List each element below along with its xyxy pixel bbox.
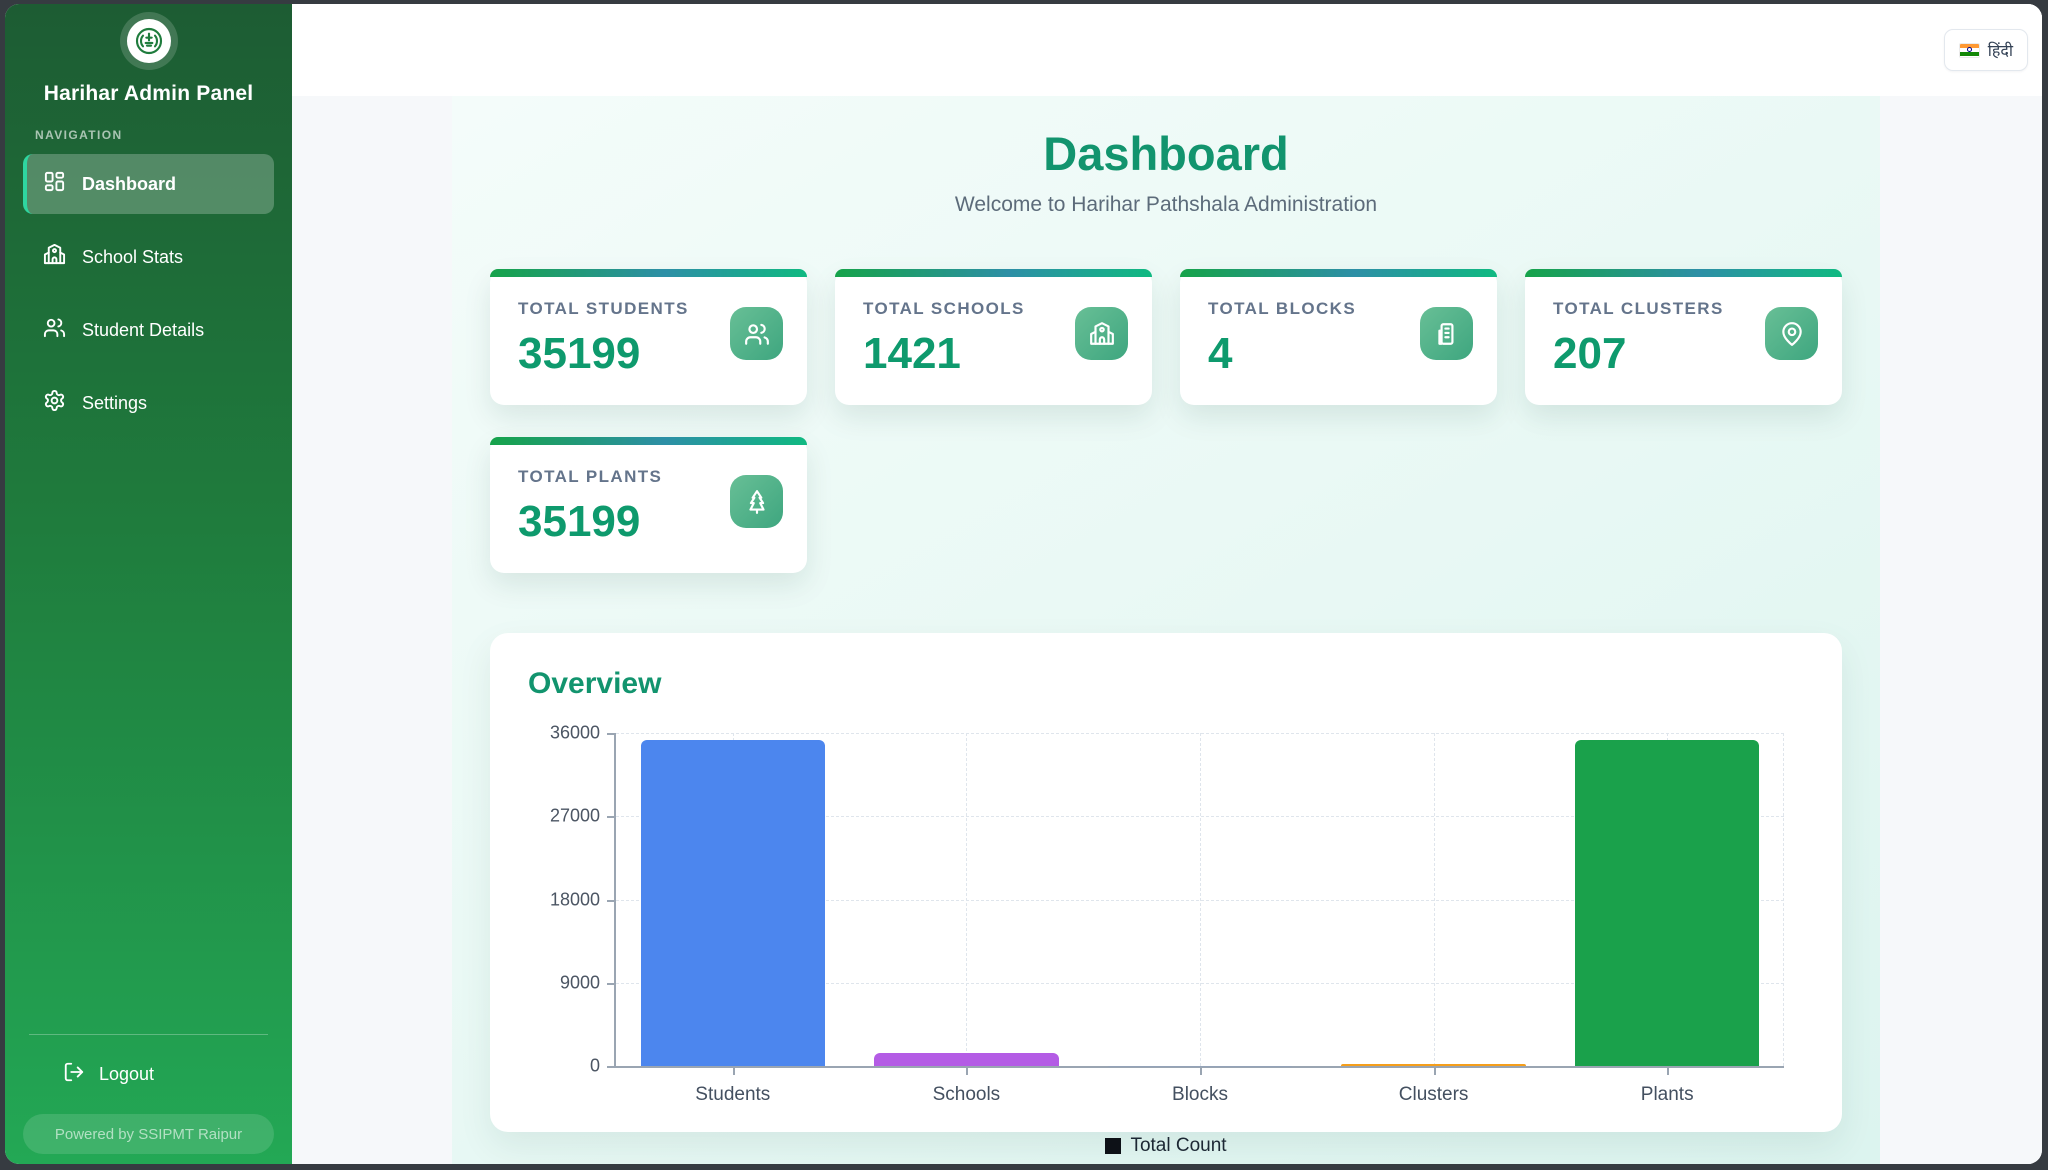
overview-chart-card: Overview 09000180002700036000StudentsSch… [490,633,1842,1132]
stat-card-total-clusters: TOTAL CLUSTERS 207 [1525,269,1842,405]
x-axis-tick [966,1068,968,1075]
chart-plot: 09000180002700036000StudentsSchoolsBlock… [614,733,1784,1068]
sidebar-item-settings[interactable]: Settings [23,373,274,433]
logout-label: Logout [99,1064,154,1085]
topbar: हिंदी [292,4,2042,96]
logo-emblem-icon [127,19,171,63]
x-axis-label: Blocks [1172,1084,1228,1106]
navigation-section-label: NAVIGATION [35,128,292,142]
main-area: हिंदी Dashboard Welcome to Harihar Paths… [292,4,2042,1164]
page-subtitle: Welcome to Harihar Pathshala Administrat… [452,193,1880,217]
x-axis-label: Students [695,1084,770,1106]
building-icon [1420,307,1473,360]
sidebar-item-label: Dashboard [82,174,176,195]
india-flag-icon [1959,43,1980,58]
sidebar-item-school-stats[interactable]: School Stats [23,227,274,287]
sidebar-item-label: School Stats [82,247,183,268]
x-axis-tick [733,1068,735,1075]
sidebar-title: Harihar Admin Panel [5,82,292,106]
y-axis-label: 9000 [560,972,600,993]
language-toggle-button[interactable]: हिंदी [1944,29,2028,71]
legend-swatch-icon [1105,1138,1121,1154]
x-gridline [966,733,967,1066]
y-axis-label: 18000 [550,889,600,910]
stat-card-total-schools: TOTAL SCHOOLS 1421 [835,269,1152,405]
dashboard-grid-icon [43,170,66,198]
content-panel: Dashboard Welcome to Harihar Pathshala A… [452,96,1880,1164]
school-icon [1075,307,1128,360]
x-axis-tick [1667,1068,1669,1075]
sidebar-item-dashboard[interactable]: Dashboard [23,154,274,214]
y-axis-tick [607,900,614,902]
x-axis-tick [1434,1068,1436,1075]
app-window: Harihar Admin Panel NAVIGATION Dashboard… [5,4,2042,1164]
x-axis-label: Plants [1641,1084,1694,1106]
y-axis-tick [607,733,614,735]
chart-title: Overview [528,667,1812,701]
nav-list: Dashboard School Stats Student Details S… [5,154,292,433]
plot-right-border [1783,733,1784,1066]
logo [5,12,292,70]
stat-cards-grid: TOTAL STUDENTS 35199 TOTAL SCHOOLS 1421 [452,269,1880,573]
logo-ring [120,12,178,70]
map-pin-icon [1765,307,1818,360]
powered-by-footer: Powered by SSIPMT Raipur [23,1114,274,1154]
bar-clusters [1341,1064,1526,1066]
page-title: Dashboard [452,126,1880,181]
logout-icon [63,1061,85,1088]
y-axis-tick [607,1066,614,1068]
left-gutter [292,96,452,1164]
sidebar: Harihar Admin Panel NAVIGATION Dashboard… [5,4,292,1164]
sidebar-bottom: Logout Powered by SSIPMT Raipur [5,1034,292,1164]
stat-card-total-blocks: TOTAL BLOCKS 4 [1180,269,1497,405]
y-axis-label: 36000 [550,723,600,744]
logout-button[interactable]: Logout [5,1061,292,1088]
x-axis-label: Schools [933,1084,1001,1106]
y-axis-label: 27000 [550,806,600,827]
y-axis-tick [607,983,614,985]
tree-icon [730,475,783,528]
sidebar-item-label: Settings [82,393,147,414]
school-icon [43,243,66,271]
users-icon [730,307,783,360]
sidebar-item-label: Student Details [82,320,204,341]
x-axis-label: Clusters [1399,1084,1469,1106]
x-gridline [1200,733,1201,1066]
legend-label: Total Count [1130,1135,1226,1157]
x-gridline [1434,733,1435,1066]
y-axis-label: 0 [590,1056,600,1077]
x-axis-tick [1200,1068,1202,1075]
sidebar-item-student-details[interactable]: Student Details [23,300,274,360]
language-label: हिंदी [1988,39,2013,61]
bar-plants [1575,740,1760,1066]
chart-legend[interactable]: Total Count [452,1135,1880,1157]
bar-students [641,740,826,1066]
bar-schools [874,1053,1059,1066]
stat-card-total-students: TOTAL STUDENTS 35199 [490,269,807,405]
right-gutter [1880,96,2042,1164]
y-axis-tick [607,816,614,818]
sidebar-divider [29,1034,268,1035]
stat-card-total-plants: TOTAL PLANTS 35199 [490,437,807,573]
bar-blocks [1108,1066,1293,1067]
gear-icon [43,389,66,417]
users-icon [43,316,66,344]
